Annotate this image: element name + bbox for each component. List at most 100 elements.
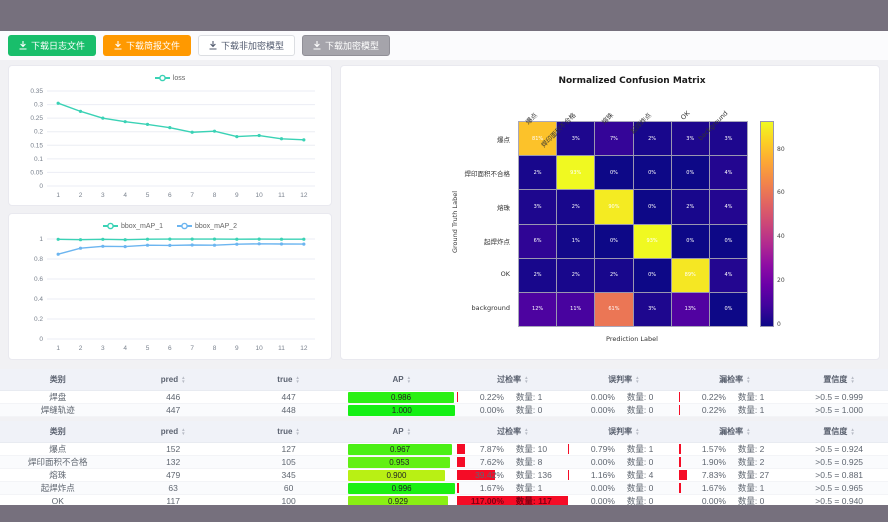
- cell-misjudge-rate: 1.16%数量: 4: [568, 469, 679, 482]
- confusion-cell: 93%: [634, 225, 671, 258]
- column-header-pred[interactable]: pred▲▼: [115, 369, 230, 391]
- svg-text:12: 12: [300, 345, 308, 352]
- loss-chart-legend: loss: [17, 71, 323, 85]
- rate-percent: 0.00%: [568, 483, 615, 493]
- cell-ap: 0.900: [346, 469, 457, 482]
- cell-miss-rate: 7.83%数量: 27: [679, 469, 790, 482]
- download-report-button[interactable]: 下载简报文件: [103, 35, 191, 56]
- sort-caret-icon[interactable]: ▲▼: [746, 376, 750, 383]
- cell-true: 60: [231, 482, 346, 495]
- confusion-row-label: OK: [501, 270, 510, 278]
- rate-quantity: 数量: 1: [726, 404, 790, 416]
- rate-quantity: 数量: 2: [726, 443, 790, 455]
- column-header-true[interactable]: true▲▼: [231, 369, 346, 391]
- sort-caret-icon[interactable]: ▲▼: [850, 428, 854, 435]
- sort-caret-icon[interactable]: ▲▼: [407, 428, 411, 435]
- column-header-漏检率[interactable]: 漏检率▲▼: [679, 421, 790, 443]
- cell-pred: 63: [115, 482, 230, 495]
- confusion-cell: 2%: [557, 190, 594, 223]
- column-header-过检率[interactable]: 过检率▲▼: [457, 421, 568, 443]
- rate-percent: 0.00%: [457, 405, 504, 415]
- sort-caret-icon[interactable]: ▲▼: [295, 428, 299, 435]
- column-header-label: pred: [161, 375, 178, 384]
- sort-caret-icon[interactable]: ▲▼: [524, 376, 528, 383]
- legend-label: bbox_mAP_2: [195, 223, 237, 230]
- confusion-row-label: 焊印面积不合格: [465, 168, 511, 178]
- svg-text:1: 1: [56, 345, 60, 352]
- svg-text:0.2: 0.2: [34, 316, 43, 323]
- cell-ap: 0.953: [346, 456, 457, 469]
- table-header-row: 类别pred▲▼true▲▼AP▲▼过检率▲▼误判率▲▼漏检率▲▼置信度▲▼: [0, 421, 888, 443]
- svg-text:11: 11: [278, 345, 285, 352]
- cell-class: 起焊炸点: [0, 482, 115, 495]
- rate-quantity: 数量: 0: [615, 456, 679, 468]
- confusion-cell: 12%: [519, 293, 556, 326]
- svg-text:9: 9: [235, 345, 239, 352]
- sort-caret-icon[interactable]: ▲▼: [524, 428, 528, 435]
- map-chart-card: bbox_mAP_1bbox_mAP_2 00.20.40.60.8112345…: [8, 213, 332, 360]
- column-header-label: 类别: [50, 426, 66, 437]
- confusion-cell: 2%: [595, 259, 632, 292]
- legend-item-loss[interactable]: loss: [155, 74, 185, 82]
- download-icon: [19, 41, 27, 50]
- confusion-cell: 2%: [519, 156, 556, 189]
- column-header-AP[interactable]: AP▲▼: [346, 369, 457, 391]
- confusion-yaxis-label: Ground Truth Label: [451, 172, 459, 272]
- column-header-AP[interactable]: AP▲▼: [346, 421, 457, 443]
- sort-caret-icon[interactable]: ▲▼: [181, 428, 185, 435]
- sort-caret-icon[interactable]: ▲▼: [850, 376, 854, 383]
- svg-text:1: 1: [39, 236, 43, 243]
- column-header-pred[interactable]: pred▲▼: [115, 421, 230, 443]
- rate-quantity: 数量: 117: [504, 495, 568, 507]
- cell-class: 爆点: [0, 443, 115, 456]
- cell-pred: 446: [115, 391, 230, 404]
- confusion-cell: 3%: [634, 293, 671, 326]
- cell-miss-rate: 0.22%数量: 1: [679, 404, 790, 417]
- rate-percent: 0.00%: [568, 496, 615, 506]
- sort-caret-icon[interactable]: ▲▼: [635, 428, 639, 435]
- sort-caret-icon[interactable]: ▲▼: [407, 376, 411, 383]
- confusion-cell: 1%: [557, 225, 594, 258]
- download-log-button[interactable]: 下载日志文件: [8, 35, 96, 56]
- loss-chart-card: loss 00.050.10.150.20.250.30.35123456789…: [8, 65, 332, 206]
- svg-text:0.35: 0.35: [30, 88, 43, 95]
- column-header-漏检率[interactable]: 漏检率▲▼: [679, 369, 790, 391]
- legend-marker-icon: [155, 74, 170, 82]
- column-header-true[interactable]: true▲▼: [231, 421, 346, 443]
- rate-percent: 0.22%: [679, 392, 726, 402]
- rate-percent: 0.00%: [568, 392, 615, 402]
- download-log-label: 下载日志文件: [31, 39, 85, 52]
- ap-bar: 1.000: [348, 405, 455, 416]
- ap-bar: 0.953: [348, 457, 450, 468]
- svg-text:2: 2: [79, 345, 83, 352]
- legend-item-bbox_mAP_1[interactable]: bbox_mAP_1: [103, 222, 163, 230]
- column-header-置信度[interactable]: 置信度▲▼: [790, 421, 888, 443]
- cell-ap: 1.000: [346, 404, 457, 417]
- column-header-误判率[interactable]: 误判率▲▼: [568, 369, 679, 391]
- rate-quantity: 数量: 1: [504, 391, 568, 403]
- loss-chart-plot: 00.050.10.150.20.250.30.3512345678910111…: [17, 85, 323, 200]
- sort-caret-icon[interactable]: ▲▼: [181, 376, 185, 383]
- column-header-label: true: [277, 427, 292, 436]
- sort-caret-icon[interactable]: ▲▼: [295, 376, 299, 383]
- rate-quantity: 数量: 1: [615, 443, 679, 455]
- download-encrypted-model-button[interactable]: 下载加密模型: [302, 35, 390, 56]
- colorbar-tick-label: 0: [777, 321, 781, 328]
- column-header-置信度[interactable]: 置信度▲▼: [790, 369, 888, 391]
- rate-percent: 0.00%: [568, 405, 615, 415]
- legend-item-bbox_mAP_2[interactable]: bbox_mAP_2: [177, 222, 237, 230]
- column-header-误判率[interactable]: 误判率▲▼: [568, 421, 679, 443]
- download-plain-model-button[interactable]: 下载非加密模型: [198, 35, 295, 56]
- dashboard-main: loss 00.050.10.150.20.250.30.35123456789…: [0, 60, 888, 360]
- sort-caret-icon[interactable]: ▲▼: [746, 428, 750, 435]
- svg-text:0.15: 0.15: [30, 142, 43, 149]
- rate-quantity: 数量: 0: [615, 404, 679, 416]
- confusion-cell: 0%: [634, 156, 671, 189]
- colorbar-tick-label: 40: [777, 233, 785, 240]
- column-header-过检率[interactable]: 过检率▲▼: [457, 369, 568, 391]
- svg-text:3: 3: [101, 345, 105, 352]
- rate-percent: 117.00%: [457, 496, 504, 506]
- rate-percent: 0.00%: [679, 496, 726, 506]
- rate-percent: 1.16%: [568, 470, 615, 480]
- sort-caret-icon[interactable]: ▲▼: [635, 376, 639, 383]
